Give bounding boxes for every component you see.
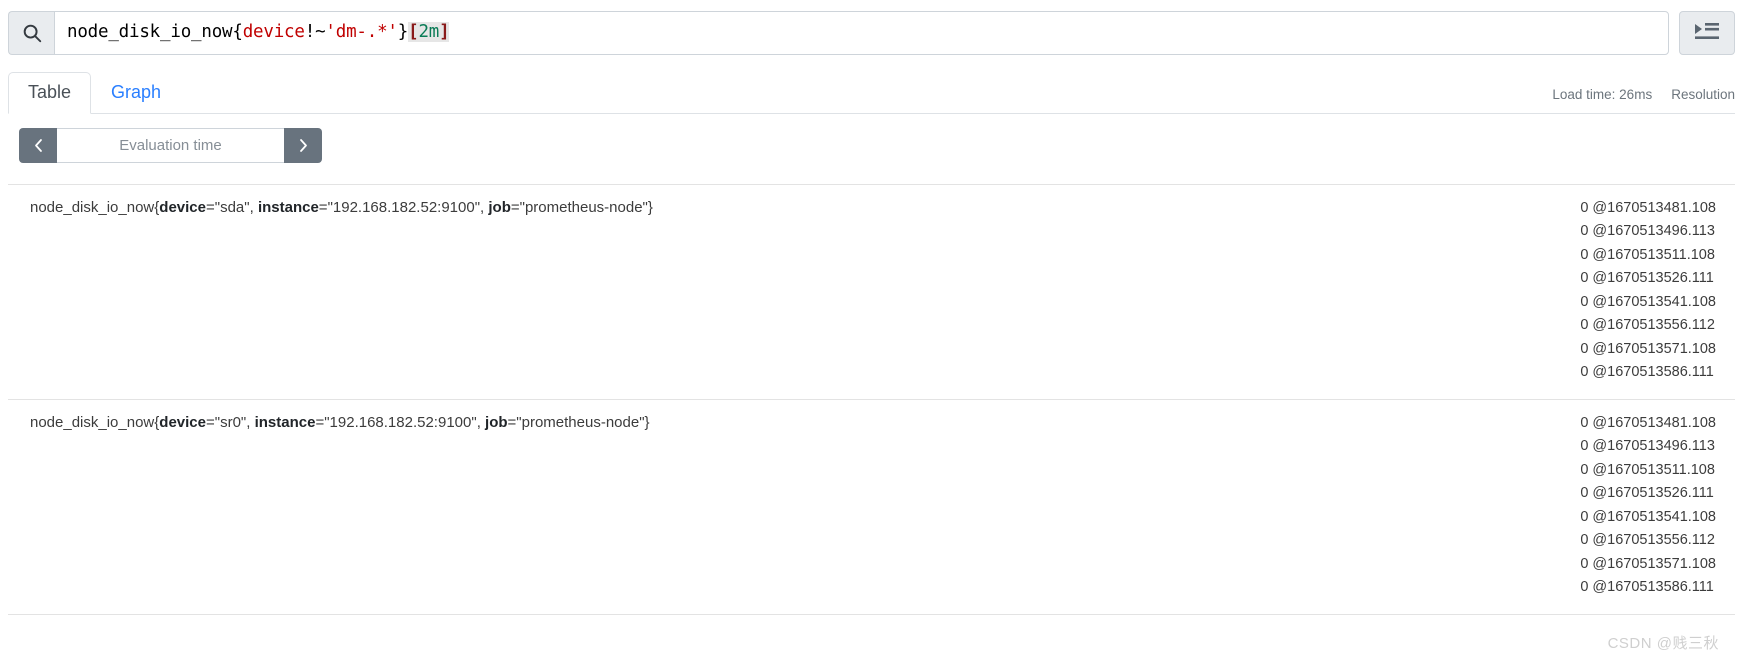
table-row[interactable]: node_disk_io_now{device="sda", instance=… xyxy=(8,185,1735,400)
evaluation-time-input[interactable]: Evaluation time xyxy=(57,128,284,163)
results-table: node_disk_io_now{device="sda", instance=… xyxy=(8,184,1735,615)
series-values: 0 @1670513481.108 0 @1670513496.113 0 @1… xyxy=(1580,197,1735,385)
sample-value: 0 @1670513496.113 xyxy=(1580,223,1715,240)
series-label-value: "prometheus-node" xyxy=(516,413,645,431)
series-label-value: "prometheus-node" xyxy=(519,199,648,216)
sample-value: 0 @1670513496.113 xyxy=(1580,438,1715,455)
result-tabs: Table Graph Load time: 26ms Resolution xyxy=(8,72,1735,114)
query-token-close-brace: } xyxy=(397,22,409,43)
series-label-name: device xyxy=(159,413,206,431)
series-label-name: device xyxy=(159,199,206,216)
sample-value: 0 @1670513571.108 xyxy=(1580,555,1716,572)
query-token-label: device xyxy=(242,22,305,43)
chevron-left-icon[interactable] xyxy=(19,128,57,163)
sample-value: 0 @1670513541.108 xyxy=(1580,293,1716,310)
sample-value: 0 @1670513526.111 xyxy=(1580,270,1714,287)
series-label-value: "192.168.182.52:9100" xyxy=(324,413,477,431)
series-label-value: "192.168.182.52:9100" xyxy=(327,199,481,216)
series-label-value: "sda" xyxy=(214,199,250,216)
sample-value: 0 @1670513586.111 xyxy=(1580,364,1714,381)
chevron-right-icon[interactable] xyxy=(284,128,322,163)
evaluation-time-group: Evaluation time xyxy=(19,128,322,163)
query-expression: node_disk_io_now{device!~'dm-.*'}[2m] xyxy=(67,22,450,43)
query-input[interactable]: node_disk_io_now{device!~'dm-.*'}[2m] xyxy=(54,11,1669,55)
query-input-group: node_disk_io_now{device!~'dm-.*'}[2m] xyxy=(8,11,1669,55)
search-icon[interactable] xyxy=(8,11,54,55)
series-label-name: instance xyxy=(254,413,316,431)
sample-value: 0 @1670513571.108 xyxy=(1580,340,1716,357)
tab-graph[interactable]: Graph xyxy=(91,72,181,114)
series-label-value: "sr0" xyxy=(214,413,247,431)
sample-value: 0 @1670513511.108 xyxy=(1580,461,1715,478)
sample-value: 0 @1670513556.112 xyxy=(1580,532,1715,549)
series-label: node_disk_io_now{device="sr0", instance=… xyxy=(30,413,650,431)
query-token-metric: node_disk_io_now xyxy=(67,22,233,43)
sample-value: 0 @1670513526.111 xyxy=(1580,485,1714,502)
query-token-range: 2m xyxy=(418,22,440,43)
series-label-name: job xyxy=(488,199,511,216)
series-label-name: instance xyxy=(257,199,319,216)
tab-table[interactable]: Table xyxy=(8,72,92,114)
table-row[interactable]: node_disk_io_now{device="sr0", instance=… xyxy=(8,400,1735,615)
query-token-open-brace: { xyxy=(232,22,243,43)
sample-value: 0 @1670513511.108 xyxy=(1580,246,1715,263)
series-metric-name: node_disk_io_now xyxy=(30,199,155,216)
query-bar: node_disk_io_now{device!~'dm-.*'}[2m] xyxy=(8,11,1735,55)
series-metric-name: node_disk_io_now xyxy=(30,413,155,431)
series-label-name: job xyxy=(485,413,508,431)
evaluation-time-control: Evaluation time xyxy=(8,128,1735,163)
query-stats: Load time: 26ms Resolution xyxy=(1552,87,1735,102)
sample-value: 0 @1670513556.112 xyxy=(1580,317,1715,334)
load-time-label: Load time: 26ms xyxy=(1552,87,1653,102)
query-token-close-bracket: ] xyxy=(439,22,450,43)
watermark: CSDN @贱三秋 xyxy=(1607,635,1719,650)
series-label: node_disk_io_now{device="sda", instance=… xyxy=(30,199,653,216)
series-values: 0 @1670513481.108 0 @1670513496.113 0 @1… xyxy=(1580,412,1735,600)
sample-value: 0 @1670513481.108 xyxy=(1580,414,1716,431)
prometheus-expression-browser: node_disk_io_now{device!~'dm-.*'}[2m] Ta… xyxy=(0,11,1743,650)
metrics-explorer-button[interactable] xyxy=(1679,11,1735,55)
sample-value: 0 @1670513481.108 xyxy=(1580,200,1716,216)
query-token-operator: !~ xyxy=(304,22,326,43)
query-token-open-bracket: [ xyxy=(408,22,419,43)
sample-value: 0 @1670513586.111 xyxy=(1580,579,1714,596)
sample-value: 0 @1670513541.108 xyxy=(1580,508,1716,525)
metrics-explorer-icon xyxy=(1694,20,1720,47)
resolution-label: Resolution xyxy=(1671,87,1735,102)
query-token-string: 'dm-.*' xyxy=(325,22,398,43)
